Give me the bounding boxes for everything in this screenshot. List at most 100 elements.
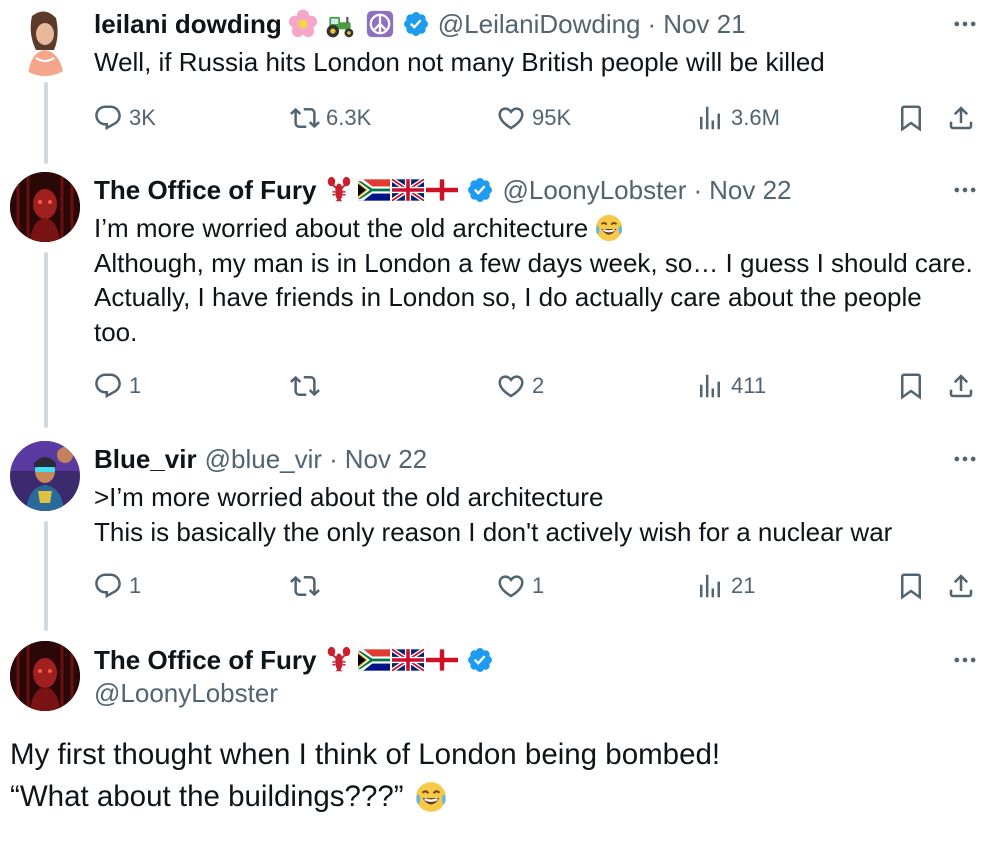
text-line: Well, if Russia hits London not many Bri… [94, 47, 825, 77]
reply-icon [93, 103, 123, 133]
avatar[interactable] [10, 172, 80, 242]
lobster-emoji [324, 175, 354, 205]
bookmark-icon [896, 571, 926, 601]
more-icon[interactable] [945, 444, 985, 474]
separator: · [647, 8, 657, 39]
user-handle[interactable]: @LoonyLobster [94, 678, 278, 709]
text-line: Although, my man is in London a few days… [94, 247, 973, 278]
heart-icon [496, 371, 526, 401]
peace-emoji [366, 10, 394, 38]
avatar[interactable] [10, 441, 80, 511]
retweet-count: 6.3K [326, 105, 372, 130]
like-count: 2 [532, 373, 545, 398]
tweet-text: Well, if Russia hits London not many Bri… [94, 45, 974, 80]
timestamp[interactable]: Nov 22 [345, 444, 427, 475]
like-count: 95K [532, 105, 572, 130]
views-button[interactable]: 21 [695, 568, 755, 604]
heart-icon [496, 103, 526, 133]
more-icon[interactable] [945, 175, 985, 205]
uk-flag-emoji [392, 649, 424, 671]
timestamp[interactable]: Nov 22 [709, 175, 791, 206]
retweet-button[interactable] [290, 368, 326, 404]
bookmark-icon [896, 371, 926, 401]
retweet-button[interactable]: 6.3K [290, 100, 371, 136]
reply-button[interactable]: 1 [93, 368, 141, 404]
bookmark-button[interactable] [896, 568, 926, 604]
bookmark-icon [896, 103, 926, 133]
share-icon [946, 371, 976, 401]
south-africa-flag-emoji [358, 649, 390, 671]
share-icon [946, 571, 976, 601]
action-bar: 1 1 21 [0, 568, 1000, 604]
text-line: too. [94, 316, 138, 347]
display-name[interactable]: The Office of Fury [94, 645, 316, 676]
display-name[interactable]: Blue_vir [94, 444, 197, 475]
laughing-emoji [594, 213, 624, 243]
text-line: I’m more worried about the old architect… [94, 211, 974, 246]
verified-badge-icon[interactable] [466, 646, 494, 674]
tractor-emoji [324, 9, 356, 39]
reply-button[interactable]: 1 [93, 568, 141, 604]
retweet-button[interactable] [290, 568, 326, 604]
separator: · [329, 443, 338, 474]
display-name[interactable]: The Office of Fury [94, 175, 316, 206]
tweet-header: leilani dowding @LeilaniDowding · Nov 21 [94, 6, 746, 42]
retweet-icon [290, 371, 320, 401]
tweet-header: The Office of Fury [94, 642, 494, 678]
england-flag-emoji [426, 649, 458, 671]
lobster-emoji [324, 645, 354, 675]
more-icon[interactable] [945, 9, 985, 39]
user-handle[interactable]: @blue_vir [205, 444, 322, 475]
reply-count: 1 [129, 373, 142, 398]
like-button[interactable]: 2 [496, 368, 544, 404]
text-line: My first thought when I think of London … [10, 738, 721, 771]
text-line: This is basically the only reason I don'… [94, 516, 893, 547]
user-handle[interactable]: @LeilaniDowding [438, 9, 641, 40]
view-count: 21 [731, 573, 756, 598]
tweet-header: Blue_vir @blue_vir · Nov 22 [94, 441, 427, 477]
views-icon [695, 103, 725, 133]
display-name[interactable]: leilani dowding [94, 9, 282, 40]
like-count: 1 [532, 573, 545, 598]
text-line-content: I’m more worried about the old architect… [94, 213, 589, 243]
reply-count: 1 [129, 573, 142, 598]
reply-button[interactable]: 3K [93, 100, 156, 136]
timestamp[interactable]: Nov 21 [663, 9, 745, 40]
view-count: 411 [731, 373, 767, 398]
avatar[interactable] [10, 641, 80, 711]
text-line: “What about the buildings???” [10, 776, 990, 818]
heart-icon [496, 571, 526, 601]
bookmark-button[interactable] [896, 100, 926, 136]
text-line: >I’m more worried about the old architec… [94, 482, 604, 512]
views-icon [695, 371, 725, 401]
text-line-content: “What about the buildings???” [10, 780, 404, 813]
tweet-text: My first thought when I think of London … [10, 734, 990, 818]
like-button[interactable]: 95K [496, 100, 571, 136]
share-button[interactable] [946, 100, 976, 136]
avatar[interactable] [10, 6, 80, 76]
retweet-icon [290, 571, 320, 601]
user-handle[interactable]: @LoonyLobster [502, 175, 686, 206]
share-icon [946, 103, 976, 133]
retweet-icon [290, 103, 320, 133]
south-africa-flag-emoji [358, 179, 390, 201]
share-button[interactable] [946, 368, 976, 404]
share-button[interactable] [946, 568, 976, 604]
tweet-header: The Office of Fury @LoonyLobster · Nov 2… [94, 172, 792, 208]
text-line: Actually, I have friends in London so, I… [94, 282, 922, 312]
verified-badge-icon[interactable] [466, 176, 494, 204]
more-icon[interactable] [945, 645, 985, 675]
laughing-emoji [414, 780, 448, 814]
views-icon [695, 571, 725, 601]
reply-icon [93, 571, 123, 601]
action-bar: 3K 6.3K 95K 3.6M [0, 100, 1000, 136]
verified-badge-icon[interactable] [402, 10, 430, 38]
bookmark-button[interactable] [896, 368, 926, 404]
views-button[interactable]: 3.6M [695, 100, 780, 136]
reply-icon [93, 371, 123, 401]
reply-count: 3K [129, 105, 156, 130]
views-button[interactable]: 411 [695, 368, 766, 404]
like-button[interactable]: 1 [496, 568, 544, 604]
tweet-text: >I’m more worried about the old architec… [94, 480, 974, 549]
action-bar: 1 2 411 [0, 368, 1000, 404]
